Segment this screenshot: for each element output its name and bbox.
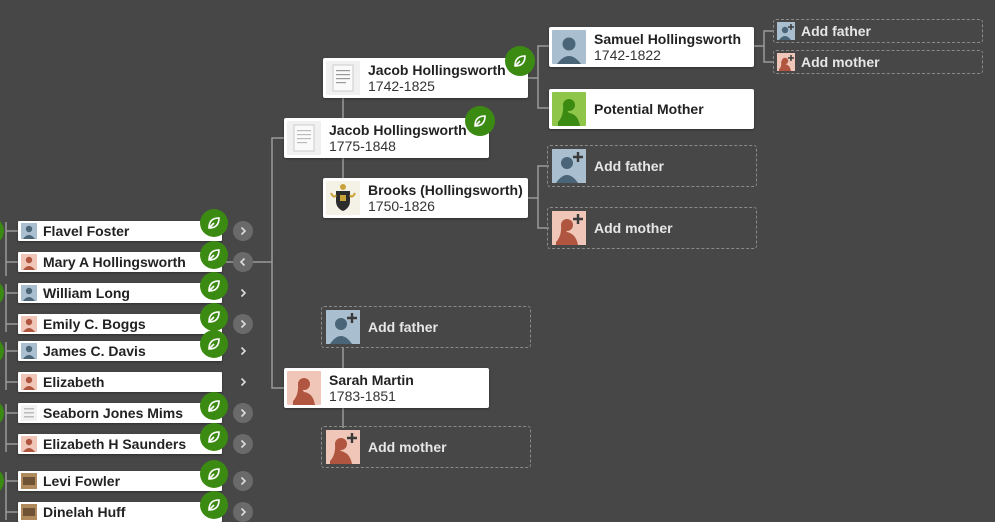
male-silhouette-icon	[552, 30, 586, 64]
hint-leaf-icon[interactable]	[200, 209, 228, 237]
chevron-right-icon[interactable]	[233, 372, 253, 392]
chevron-right-icon[interactable]	[233, 221, 253, 241]
chevron-right-icon[interactable]	[233, 434, 253, 454]
photo-thumbnail-icon	[21, 504, 37, 520]
add-male-silhouette-icon	[326, 310, 360, 344]
add-mother-label: Add mother	[368, 439, 447, 455]
descendant-name: Seaborn Jones Mims	[43, 405, 184, 421]
hint-leaf-icon[interactable]	[200, 423, 228, 451]
hint-leaf-icon[interactable]	[200, 272, 228, 300]
descendant-card[interactable]: Seaborn Jones Mims	[18, 403, 222, 423]
hint-leaf-icon[interactable]	[505, 46, 535, 76]
descendant-name: Elizabeth H Saunders	[43, 436, 187, 452]
chevron-right-icon[interactable]	[233, 314, 253, 334]
person-dates: 1783-1851	[329, 388, 396, 404]
hint-leaf-icon[interactable]	[200, 392, 228, 420]
chevron-right-icon[interactable]	[233, 502, 253, 522]
descendant-name: Mary A Hollingsworth	[43, 254, 186, 270]
add-father-button[interactable]: Add father	[321, 306, 531, 348]
chevron-right-icon[interactable]	[233, 403, 253, 423]
hint-leaf-icon[interactable]	[200, 491, 228, 519]
descendant-name: Elizabeth	[43, 374, 105, 390]
descendant-name: Emily C. Boggs	[43, 316, 146, 332]
descendant-name: James C. Davis	[43, 343, 146, 359]
photo-thumbnail-icon	[21, 473, 37, 489]
chevron-right-icon[interactable]	[233, 283, 253, 303]
potential-mother-card[interactable]: Potential Mother	[549, 89, 754, 129]
add-mother-label: Add mother	[594, 220, 673, 236]
add-mother-button[interactable]: Add mother	[547, 207, 757, 249]
hint-leaf-icon[interactable]	[200, 330, 228, 358]
female-silhouette-icon	[21, 316, 37, 332]
descendant-name: Dinelah Huff	[43, 504, 126, 520]
hint-leaf-icon[interactable]	[200, 303, 228, 331]
female-silhouette-icon	[287, 371, 321, 405]
add-female-silhouette-icon	[326, 430, 360, 464]
descendant-card[interactable]: Dinelah Huff	[18, 502, 222, 522]
male-silhouette-icon	[21, 285, 37, 301]
descendant-card[interactable]: Mary A Hollingsworth	[18, 252, 222, 272]
chevron-right-icon[interactable]	[233, 471, 253, 491]
person-card-paternal-grandfather[interactable]: Jacob Hollingsworth 1742-1825	[323, 58, 528, 98]
add-mother-button[interactable]: Add mother	[773, 50, 983, 74]
person-card-father[interactable]: Jacob Hollingsworth 1775-1848	[284, 118, 489, 158]
potential-female-silhouette-icon	[552, 92, 586, 126]
add-female-silhouette-icon	[552, 211, 586, 245]
descendant-card[interactable]: James C. Davis	[18, 341, 222, 361]
person-name: Jacob Hollingsworth	[368, 62, 506, 78]
descendant-name: Flavel Foster	[43, 223, 130, 239]
female-silhouette-icon	[21, 436, 37, 452]
chevron-left-icon[interactable]	[233, 252, 253, 272]
descendant-card[interactable]: Elizabeth	[18, 372, 222, 392]
hint-leaf-icon[interactable]	[200, 460, 228, 488]
document-thumbnail-icon	[326, 61, 360, 95]
descendant-card[interactable]: Elizabeth H Saunders	[18, 434, 222, 454]
person-card-paternal-grandmother[interactable]: Brooks (Hollingsworth) 1750-1826	[323, 178, 528, 218]
person-name: Brooks (Hollingsworth)	[368, 182, 523, 198]
add-father-label: Add father	[594, 158, 664, 174]
descendant-card[interactable]: Flavel Foster	[18, 221, 222, 241]
person-dates: 1742-1825	[368, 78, 435, 94]
person-name: Potential Mother	[594, 101, 704, 117]
add-male-silhouette-icon	[777, 22, 795, 40]
person-name: Sarah Martin	[329, 372, 414, 388]
male-silhouette-icon	[21, 343, 37, 359]
person-card-great-grandfather[interactable]: Samuel Hollingsworth 1742-1822	[549, 27, 754, 67]
add-father-label: Add father	[368, 319, 438, 335]
person-name: Jacob Hollingsworth	[329, 122, 467, 138]
coat-of-arms-icon	[326, 181, 360, 215]
female-silhouette-icon	[21, 254, 37, 270]
person-dates: 1742-1822	[594, 47, 661, 63]
add-father-label: Add father	[801, 23, 871, 39]
add-mother-button[interactable]: Add mother	[321, 426, 531, 468]
female-silhouette-icon	[21, 374, 37, 390]
descendant-name: Levi Fowler	[43, 473, 121, 489]
male-silhouette-icon	[21, 223, 37, 239]
add-mother-label: Add mother	[801, 54, 880, 70]
add-father-button[interactable]: Add father	[773, 19, 983, 43]
person-name: Samuel Hollingsworth	[594, 31, 742, 47]
add-male-silhouette-icon	[552, 149, 586, 183]
hint-leaf-icon[interactable]	[465, 106, 495, 136]
descendant-card[interactable]: Levi Fowler	[18, 471, 222, 491]
person-card-mother[interactable]: Sarah Martin 1783-1851	[284, 368, 489, 408]
descendant-name: William Long	[43, 285, 130, 301]
descendant-card[interactable]: Emily C. Boggs	[18, 314, 222, 334]
add-father-button[interactable]: Add father	[547, 145, 757, 187]
add-female-silhouette-icon	[777, 53, 795, 71]
document-thumbnail-icon	[21, 405, 37, 421]
chevron-right-icon[interactable]	[233, 341, 253, 361]
hint-leaf-icon[interactable]	[200, 241, 228, 269]
document-thumbnail-icon	[287, 121, 321, 155]
descendant-card[interactable]: William Long	[18, 283, 222, 303]
person-dates: 1775-1848	[329, 138, 396, 154]
person-dates: 1750-1826	[368, 198, 435, 214]
